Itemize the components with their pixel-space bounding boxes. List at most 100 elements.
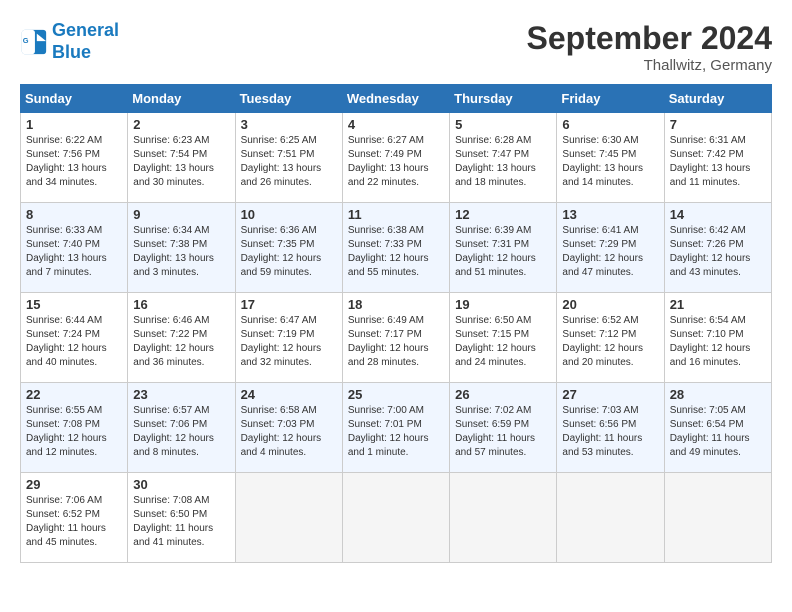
table-row: 18 Sunrise: 6:49 AM Sunset: 7:17 PM Dayl… <box>342 293 449 383</box>
table-row: 15 Sunrise: 6:44 AM Sunset: 7:24 PM Dayl… <box>21 293 128 383</box>
svg-text:G: G <box>23 36 29 45</box>
cell-info: Sunrise: 7:05 AM Sunset: 6:54 PM Dayligh… <box>670 404 766 460</box>
header-row: Sunday Monday Tuesday Wednesday Thursday… <box>21 85 772 113</box>
table-row: 16 Sunrise: 6:46 AM Sunset: 7:22 PM Dayl… <box>128 293 235 383</box>
table-row <box>557 473 664 563</box>
day-number: 11 <box>348 207 444 222</box>
cell-info: Sunrise: 6:58 AM Sunset: 7:03 PM Dayligh… <box>241 404 337 460</box>
day-number: 29 <box>26 477 122 492</box>
cell-info: Sunrise: 7:06 AM Sunset: 6:52 PM Dayligh… <box>26 494 122 550</box>
day-number: 23 <box>133 387 229 402</box>
day-number: 10 <box>241 207 337 222</box>
cell-info: Sunrise: 6:22 AM Sunset: 7:56 PM Dayligh… <box>26 134 122 190</box>
calendar-week-3: 15 Sunrise: 6:44 AM Sunset: 7:24 PM Dayl… <box>21 293 772 383</box>
col-friday: Friday <box>557 85 664 113</box>
calendar-week-2: 8 Sunrise: 6:33 AM Sunset: 7:40 PM Dayli… <box>21 203 772 293</box>
logo-line1: General <box>52 20 119 40</box>
table-row: 20 Sunrise: 6:52 AM Sunset: 7:12 PM Dayl… <box>557 293 664 383</box>
table-row: 2 Sunrise: 6:23 AM Sunset: 7:54 PM Dayli… <box>128 113 235 203</box>
table-row: 22 Sunrise: 6:55 AM Sunset: 7:08 PM Dayl… <box>21 383 128 473</box>
col-sunday: Sunday <box>21 85 128 113</box>
table-row: 25 Sunrise: 7:00 AM Sunset: 7:01 PM Dayl… <box>342 383 449 473</box>
day-number: 13 <box>562 207 658 222</box>
col-thursday: Thursday <box>450 85 557 113</box>
cell-info: Sunrise: 6:52 AM Sunset: 7:12 PM Dayligh… <box>562 314 658 370</box>
cell-info: Sunrise: 6:54 AM Sunset: 7:10 PM Dayligh… <box>670 314 766 370</box>
table-row <box>235 473 342 563</box>
table-row: 17 Sunrise: 6:47 AM Sunset: 7:19 PM Dayl… <box>235 293 342 383</box>
table-row: 11 Sunrise: 6:38 AM Sunset: 7:33 PM Dayl… <box>342 203 449 293</box>
day-number: 4 <box>348 117 444 132</box>
cell-info: Sunrise: 6:41 AM Sunset: 7:29 PM Dayligh… <box>562 224 658 280</box>
cell-info: Sunrise: 6:34 AM Sunset: 7:38 PM Dayligh… <box>133 224 229 280</box>
cell-info: Sunrise: 6:25 AM Sunset: 7:51 PM Dayligh… <box>241 134 337 190</box>
cell-info: Sunrise: 7:03 AM Sunset: 6:56 PM Dayligh… <box>562 404 658 460</box>
day-number: 7 <box>670 117 766 132</box>
table-row: 30 Sunrise: 7:08 AM Sunset: 6:50 PM Dayl… <box>128 473 235 563</box>
table-row: 7 Sunrise: 6:31 AM Sunset: 7:42 PM Dayli… <box>664 113 771 203</box>
day-number: 21 <box>670 297 766 312</box>
table-row <box>664 473 771 563</box>
logo: G General Blue <box>20 20 119 63</box>
table-row: 23 Sunrise: 6:57 AM Sunset: 7:06 PM Dayl… <box>128 383 235 473</box>
table-row: 10 Sunrise: 6:36 AM Sunset: 7:35 PM Dayl… <box>235 203 342 293</box>
day-number: 25 <box>348 387 444 402</box>
cell-info: Sunrise: 6:38 AM Sunset: 7:33 PM Dayligh… <box>348 224 444 280</box>
day-number: 24 <box>241 387 337 402</box>
cell-info: Sunrise: 6:50 AM Sunset: 7:15 PM Dayligh… <box>455 314 551 370</box>
cell-info: Sunrise: 7:02 AM Sunset: 6:59 PM Dayligh… <box>455 404 551 460</box>
table-row: 12 Sunrise: 6:39 AM Sunset: 7:31 PM Dayl… <box>450 203 557 293</box>
table-row: 1 Sunrise: 6:22 AM Sunset: 7:56 PM Dayli… <box>21 113 128 203</box>
day-number: 28 <box>670 387 766 402</box>
cell-info: Sunrise: 7:08 AM Sunset: 6:50 PM Dayligh… <box>133 494 229 550</box>
day-number: 18 <box>348 297 444 312</box>
day-number: 3 <box>241 117 337 132</box>
table-row: 24 Sunrise: 6:58 AM Sunset: 7:03 PM Dayl… <box>235 383 342 473</box>
cell-info: Sunrise: 6:28 AM Sunset: 7:47 PM Dayligh… <box>455 134 551 190</box>
table-row: 14 Sunrise: 6:42 AM Sunset: 7:26 PM Dayl… <box>664 203 771 293</box>
month-title: September 2024 <box>527 20 772 57</box>
cell-info: Sunrise: 6:42 AM Sunset: 7:26 PM Dayligh… <box>670 224 766 280</box>
day-number: 26 <box>455 387 551 402</box>
cell-info: Sunrise: 6:36 AM Sunset: 7:35 PM Dayligh… <box>241 224 337 280</box>
cell-info: Sunrise: 6:27 AM Sunset: 7:49 PM Dayligh… <box>348 134 444 190</box>
table-row: 28 Sunrise: 7:05 AM Sunset: 6:54 PM Dayl… <box>664 383 771 473</box>
cell-info: Sunrise: 6:44 AM Sunset: 7:24 PM Dayligh… <box>26 314 122 370</box>
table-row: 8 Sunrise: 6:33 AM Sunset: 7:40 PM Dayli… <box>21 203 128 293</box>
calendar-week-5: 29 Sunrise: 7:06 AM Sunset: 6:52 PM Dayl… <box>21 473 772 563</box>
logo-icon: G <box>20 28 48 56</box>
cell-info: Sunrise: 7:00 AM Sunset: 7:01 PM Dayligh… <box>348 404 444 460</box>
logo-line2: Blue <box>52 42 91 62</box>
day-number: 12 <box>455 207 551 222</box>
col-saturday: Saturday <box>664 85 771 113</box>
day-number: 2 <box>133 117 229 132</box>
table-row: 5 Sunrise: 6:28 AM Sunset: 7:47 PM Dayli… <box>450 113 557 203</box>
day-number: 19 <box>455 297 551 312</box>
table-row: 4 Sunrise: 6:27 AM Sunset: 7:49 PM Dayli… <box>342 113 449 203</box>
cell-info: Sunrise: 6:30 AM Sunset: 7:45 PM Dayligh… <box>562 134 658 190</box>
day-number: 8 <box>26 207 122 222</box>
col-monday: Monday <box>128 85 235 113</box>
day-number: 30 <box>133 477 229 492</box>
day-number: 22 <box>26 387 122 402</box>
day-number: 6 <box>562 117 658 132</box>
day-number: 9 <box>133 207 229 222</box>
table-row <box>450 473 557 563</box>
cell-info: Sunrise: 6:31 AM Sunset: 7:42 PM Dayligh… <box>670 134 766 190</box>
calendar-week-4: 22 Sunrise: 6:55 AM Sunset: 7:08 PM Dayl… <box>21 383 772 473</box>
table-row: 3 Sunrise: 6:25 AM Sunset: 7:51 PM Dayli… <box>235 113 342 203</box>
table-row: 21 Sunrise: 6:54 AM Sunset: 7:10 PM Dayl… <box>664 293 771 383</box>
cell-info: Sunrise: 6:57 AM Sunset: 7:06 PM Dayligh… <box>133 404 229 460</box>
cell-info: Sunrise: 6:47 AM Sunset: 7:19 PM Dayligh… <box>241 314 337 370</box>
cell-info: Sunrise: 6:33 AM Sunset: 7:40 PM Dayligh… <box>26 224 122 280</box>
day-number: 17 <box>241 297 337 312</box>
table-row: 29 Sunrise: 7:06 AM Sunset: 6:52 PM Dayl… <box>21 473 128 563</box>
cell-info: Sunrise: 6:49 AM Sunset: 7:17 PM Dayligh… <box>348 314 444 370</box>
table-row: 26 Sunrise: 7:02 AM Sunset: 6:59 PM Dayl… <box>450 383 557 473</box>
day-number: 27 <box>562 387 658 402</box>
cell-info: Sunrise: 6:55 AM Sunset: 7:08 PM Dayligh… <box>26 404 122 460</box>
day-number: 15 <box>26 297 122 312</box>
col-wednesday: Wednesday <box>342 85 449 113</box>
day-number: 16 <box>133 297 229 312</box>
day-number: 14 <box>670 207 766 222</box>
